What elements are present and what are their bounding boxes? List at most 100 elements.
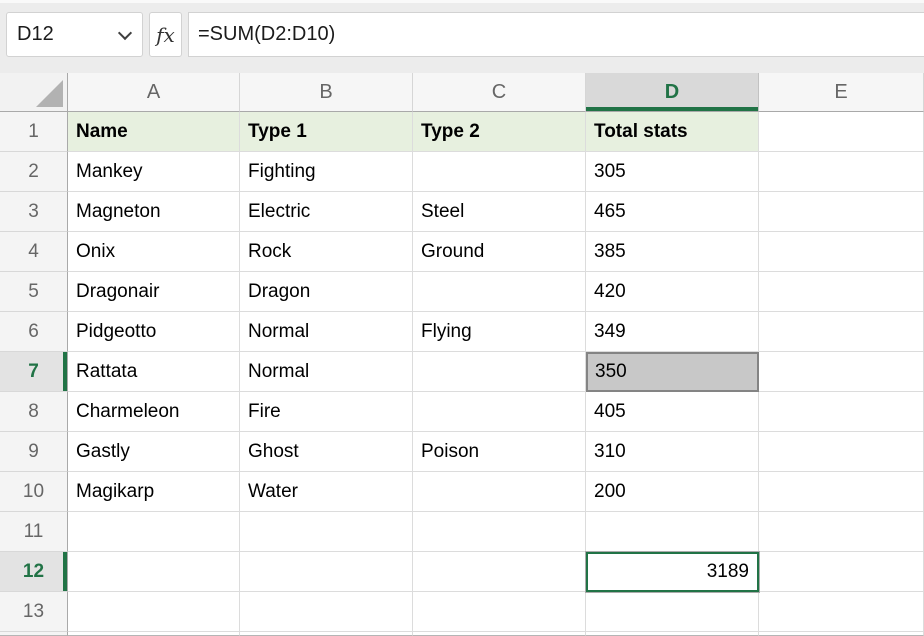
cell-A11[interactable]: [68, 512, 240, 552]
cell-partial-D: [586, 632, 759, 636]
cell-A4[interactable]: Onix: [68, 232, 240, 272]
cell-D13[interactable]: [586, 592, 759, 632]
excel-window: D12 fx =SUM(D2:D10) ABCDE 1NameType 1Type…: [0, 0, 924, 636]
cell-E1[interactable]: [759, 112, 924, 152]
cell-B13[interactable]: [240, 592, 413, 632]
cell-A3[interactable]: Magneton: [68, 192, 240, 232]
name-box-value: D12: [17, 23, 54, 46]
cell-C10[interactable]: [413, 472, 586, 512]
cell-B2[interactable]: Fighting: [240, 152, 413, 192]
chevron-down-icon[interactable]: [118, 25, 132, 39]
cell-E5[interactable]: [759, 272, 924, 312]
cell-B12[interactable]: [240, 552, 413, 592]
cell-D11[interactable]: [586, 512, 759, 552]
cell-E9[interactable]: [759, 432, 924, 472]
row-header-12[interactable]: 12: [0, 552, 68, 592]
cell-partial-C: [413, 632, 586, 636]
cell-A7[interactable]: Rattata: [68, 352, 240, 392]
cell-A8[interactable]: Charmeleon: [68, 392, 240, 432]
formula-toolbar: D12 fx =SUM(D2:D10): [0, 0, 924, 73]
cell-C13[interactable]: [413, 592, 586, 632]
cell-C12[interactable]: [413, 552, 586, 592]
cell-A9[interactable]: Gastly: [68, 432, 240, 472]
cell-A5[interactable]: Dragonair: [68, 272, 240, 312]
cell-D2[interactable]: 305: [586, 152, 759, 192]
cell-C2[interactable]: [413, 152, 586, 192]
cell-B4[interactable]: Rock: [240, 232, 413, 272]
cell-D3[interactable]: 465: [586, 192, 759, 232]
cell-A6[interactable]: Pidgeotto: [68, 312, 240, 352]
cell-partial-A: [68, 632, 240, 636]
col-header-E[interactable]: E: [759, 73, 924, 112]
row-header-8[interactable]: 8: [0, 392, 68, 432]
cell-E2[interactable]: [759, 152, 924, 192]
cell-A2[interactable]: Mankey: [68, 152, 240, 192]
cell-B1[interactable]: Type 1: [240, 112, 413, 152]
cell-D5[interactable]: 420: [586, 272, 759, 312]
cell-D7[interactable]: 350: [586, 352, 759, 392]
col-header-B[interactable]: B: [240, 73, 413, 112]
row-header-9[interactable]: 9: [0, 432, 68, 472]
cell-E13[interactable]: [759, 592, 924, 632]
col-header-C[interactable]: C: [413, 73, 586, 112]
row-header-4[interactable]: 4: [0, 232, 68, 272]
cell-C1[interactable]: Type 2: [413, 112, 586, 152]
row-header-6[interactable]: 6: [0, 312, 68, 352]
cell-C7[interactable]: [413, 352, 586, 392]
cell-C5[interactable]: [413, 272, 586, 312]
cell-D8[interactable]: 405: [586, 392, 759, 432]
cell-D9[interactable]: 310: [586, 432, 759, 472]
cell-B8[interactable]: Fire: [240, 392, 413, 432]
formula-bar[interactable]: =SUM(D2:D10): [188, 12, 924, 57]
row-header-11[interactable]: 11: [0, 512, 68, 552]
cell-E4[interactable]: [759, 232, 924, 272]
cell-C6[interactable]: Flying: [413, 312, 586, 352]
cell-partial-E: [759, 632, 924, 636]
cell-A12[interactable]: [68, 552, 240, 592]
cell-C9[interactable]: Poison: [413, 432, 586, 472]
row-header-2[interactable]: 2: [0, 152, 68, 192]
cell-partial-B: [240, 632, 413, 636]
cell-A1[interactable]: Name: [68, 112, 240, 152]
cell-B5[interactable]: Dragon: [240, 272, 413, 312]
cell-C11[interactable]: [413, 512, 586, 552]
cell-C8[interactable]: [413, 392, 586, 432]
cell-E12[interactable]: [759, 552, 924, 592]
col-header-A[interactable]: A: [68, 73, 240, 112]
row-header-5[interactable]: 5: [0, 272, 68, 312]
cell-A13[interactable]: [68, 592, 240, 632]
cell-B10[interactable]: Water: [240, 472, 413, 512]
fx-icon: fx: [156, 23, 175, 47]
cell-D6[interactable]: 349: [586, 312, 759, 352]
cell-B7[interactable]: Normal: [240, 352, 413, 392]
select-all-corner[interactable]: [0, 73, 68, 112]
row-header-partial: [0, 632, 68, 636]
cell-E10[interactable]: [759, 472, 924, 512]
name-box[interactable]: D12: [6, 12, 143, 57]
cell-E3[interactable]: [759, 192, 924, 232]
cell-B11[interactable]: [240, 512, 413, 552]
cell-D10[interactable]: 200: [586, 472, 759, 512]
cell-B9[interactable]: Ghost: [240, 432, 413, 472]
cell-E8[interactable]: [759, 392, 924, 432]
cell-E6[interactable]: [759, 312, 924, 352]
cell-B6[interactable]: Normal: [240, 312, 413, 352]
cell-A10[interactable]: Magikarp: [68, 472, 240, 512]
cell-C3[interactable]: Steel: [413, 192, 586, 232]
row-header-3[interactable]: 3: [0, 192, 68, 232]
row-header-13[interactable]: 13: [0, 592, 68, 632]
insert-function-button[interactable]: fx: [149, 12, 182, 57]
select-all-triangle-icon: [36, 80, 63, 107]
cell-E11[interactable]: [759, 512, 924, 552]
cell-D12[interactable]: 3189: [586, 552, 759, 592]
row-header-1[interactable]: 1: [0, 112, 68, 152]
cell-C4[interactable]: Ground: [413, 232, 586, 272]
spreadsheet-grid: ABCDE 1NameType 1Type 2Total stats 2Mankey…: [0, 73, 924, 636]
cell-B3[interactable]: Electric: [240, 192, 413, 232]
row-header-10[interactable]: 10: [0, 472, 68, 512]
cell-D4[interactable]: 385: [586, 232, 759, 272]
cell-D1[interactable]: Total stats: [586, 112, 759, 152]
col-header-D[interactable]: D: [586, 73, 759, 112]
cell-E7[interactable]: [759, 352, 924, 392]
row-header-7[interactable]: 7: [0, 352, 68, 392]
